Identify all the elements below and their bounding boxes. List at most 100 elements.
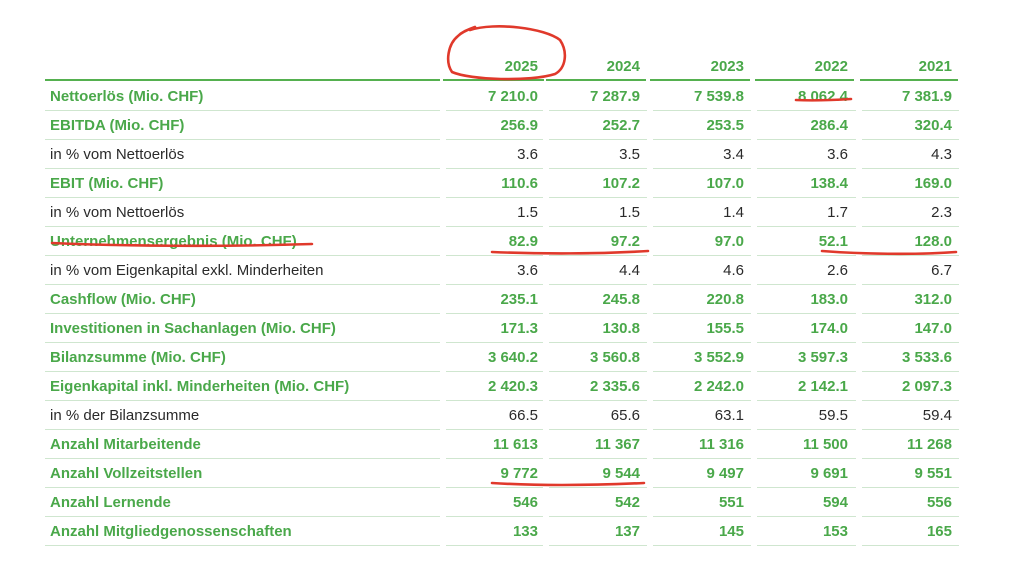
value-cell-2023: 145: [718, 523, 744, 540]
value-cell-2021: 4.3: [931, 146, 952, 163]
value-cell-2025: 1.5: [517, 204, 538, 221]
row-label: in % vom Nettoerlös: [50, 204, 185, 221]
year-header-2024: 2024: [606, 58, 640, 75]
value-cell-2024: 4.4: [619, 262, 640, 279]
table-row: in % vom Nettoerlös 3.6 3.5 3.4 3.6 4.3: [45, 140, 959, 169]
table-row: Investitionen in Sachanlagen (Mio. CHF) 1…: [45, 314, 959, 343]
value-cell-2024: 7 287.9: [589, 88, 640, 105]
value-cell-2023: 253.5: [706, 117, 744, 134]
value-cell-2022: 3.6: [827, 146, 848, 163]
value-cell-2022: 286.4: [810, 117, 848, 134]
table-row: Nettoerlös (Mio. CHF) 7 210.0 7 287.9 7 539…: [45, 82, 959, 111]
value-cell-2024: 11 367: [594, 436, 640, 453]
header-rule: [45, 79, 440, 81]
year-header-2021: 2021: [918, 58, 952, 75]
value-cell-2023: 9 497: [706, 465, 744, 482]
value-cell-2025: 256.9: [500, 117, 538, 134]
value-cell-2024: 65.6: [610, 407, 640, 424]
header-rule: [443, 79, 544, 81]
column-gap: [751, 545, 757, 546]
table-row: Eigenkapital inkl. Minderheiten (Mio. CH…: [45, 372, 959, 401]
value-cell-2023: 220.8: [706, 291, 744, 308]
value-cell-2025: 235.1: [500, 291, 538, 308]
row-label: Eigenkapital inkl. Minderheiten (Mio. CH…: [50, 378, 350, 395]
value-cell-2023: 551: [718, 494, 744, 511]
year-header-2022: 2022: [814, 58, 848, 75]
value-cell-2025: 11 613: [492, 436, 538, 453]
value-cell-2024: 9 544: [602, 465, 640, 482]
value-cell-2022: 138.4: [810, 175, 848, 192]
year-header-2025: 2025: [504, 58, 538, 75]
column-gap: [543, 545, 549, 546]
table-row: EBIT (Mio. CHF) 110.6 107.2 107.0 138.4 169.0: [45, 169, 959, 198]
table-row: Anzahl Mitgliedgenossenschaften 133 137 145…: [45, 517, 959, 546]
row-label: in % vom Eigenkapital exkl. Minderheiten: [50, 262, 324, 279]
header-rule: [650, 79, 750, 81]
value-cell-2022: 2 142.1: [797, 378, 848, 395]
value-cell-2025: 7 210.0: [487, 88, 538, 105]
value-cell-2023: 97.0: [714, 233, 744, 250]
value-cell-2025: 546: [512, 494, 538, 511]
value-cell-2022: 183.0: [810, 291, 848, 308]
row-label: Cashflow (Mio. CHF): [50, 291, 196, 308]
value-cell-2021: 2.3: [931, 204, 952, 221]
value-cell-2024: 107.2: [602, 175, 640, 192]
value-cell-2025: 110.6: [501, 175, 538, 192]
table-row: in % der Bilanzsumme 66.5 65.6 63.1 59.5 59.4: [45, 401, 959, 430]
value-cell-2022: 174.0: [810, 320, 848, 337]
value-cell-2025: 82.9: [508, 233, 538, 250]
value-cell-2022: 1.7: [827, 204, 848, 221]
table-row: in % vom Eigenkapital exkl. Minderheiten…: [45, 256, 959, 285]
header-rule: [755, 79, 854, 81]
value-cell-2023: 7 539.8: [693, 88, 744, 105]
value-cell-2023: 1.4: [723, 204, 744, 221]
value-cell-2021: 556: [926, 494, 952, 511]
value-cell-2023: 4.6: [723, 262, 744, 279]
table-row: Anzahl Vollzeitstellen 9 772 9 544 9 497 9 6…: [45, 459, 959, 488]
value-cell-2025: 66.5: [508, 407, 538, 424]
value-cell-2024: 3.5: [619, 146, 640, 163]
row-label: Unternehmensergebnis (Mio. CHF): [50, 233, 297, 250]
table-row: Unternehmensergebnis (Mio. CHF) 82.9 97.2 9…: [45, 227, 959, 256]
value-cell-2022: 153: [822, 523, 848, 540]
value-cell-2023: 2 242.0: [693, 378, 744, 395]
value-cell-2021: 3 533.6: [901, 349, 952, 366]
value-cell-2024: 1.5: [619, 204, 640, 221]
value-cell-2022: 59.5: [818, 407, 848, 424]
row-label: Anzahl Vollzeitstellen: [50, 465, 203, 482]
table-row: Anzahl Lernende 546 542 551 594 556: [45, 488, 959, 517]
value-cell-2025: 133: [512, 523, 538, 540]
value-cell-2022: 52.1: [818, 233, 848, 250]
value-cell-2021: 6.7: [931, 262, 952, 279]
value-cell-2021: 169.0: [914, 175, 952, 192]
value-cell-2021: 59.4: [922, 407, 952, 424]
value-cell-2025: 3 640.2: [487, 349, 538, 366]
value-cell-2023: 3.4: [723, 146, 744, 163]
column-gap: [647, 545, 653, 546]
value-cell-2021: 165: [926, 523, 952, 540]
value-cell-2024: 130.8: [602, 320, 640, 337]
header-rule: [546, 79, 646, 81]
row-label: in % vom Nettoerlös: [50, 146, 185, 163]
row-label: Bilanzsumme (Mio. CHF): [50, 349, 226, 366]
table-row: in % vom Nettoerlös 1.5 1.5 1.4 1.7 2.3: [45, 198, 959, 227]
value-cell-2022: 594: [822, 494, 848, 511]
value-cell-2024: 137: [614, 523, 640, 540]
value-cell-2022: 8 062.4: [797, 88, 848, 105]
value-cell-2024: 97.2: [610, 233, 640, 250]
value-cell-2024: 542: [614, 494, 640, 511]
value-cell-2023: 11 316: [698, 436, 744, 453]
value-cell-2022: 3 597.3: [797, 349, 848, 366]
value-cell-2022: 11 500: [802, 436, 848, 453]
value-cell-2022: 2.6: [827, 262, 848, 279]
row-label: Anzahl Lernende: [50, 494, 171, 511]
row-label: Anzahl Mitarbeitende: [50, 436, 201, 453]
value-cell-2021: 320.4: [914, 117, 952, 134]
row-label: Nettoerlös (Mio. CHF): [50, 88, 204, 105]
value-cell-2025: 9 772: [500, 465, 538, 482]
value-cell-2021: 128.0: [914, 233, 952, 250]
value-cell-2025: 3.6: [517, 262, 538, 279]
value-cell-2021: 7 381.9: [901, 88, 952, 105]
value-cell-2025: 2 420.3: [487, 378, 538, 395]
header-rule: [860, 79, 958, 81]
